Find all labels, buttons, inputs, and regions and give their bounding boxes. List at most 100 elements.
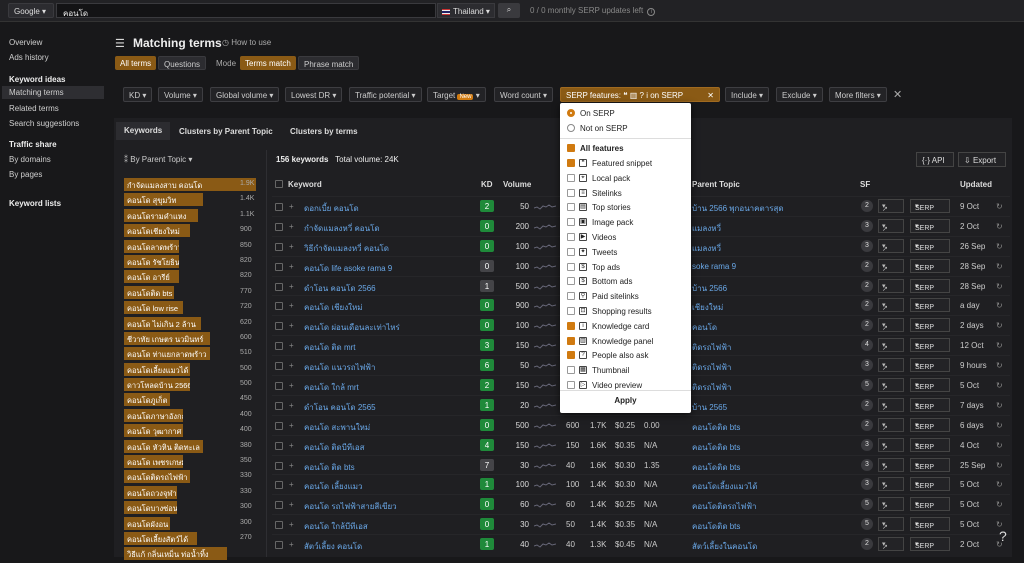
parent-topic-link[interactable]: เชียงใหม่ [692, 301, 723, 314]
serp-features-count[interactable]: 2 [861, 398, 873, 411]
serp-dropdown[interactable]: SERP ▾ [910, 437, 950, 452]
how-to-use-link[interactable]: ◷ How to use [222, 38, 271, 47]
feature-checkbox[interactable] [567, 247, 575, 256]
serp-dropdown[interactable]: SERP ▾ [910, 477, 950, 492]
sidebar-item-ads-history[interactable]: Ads history [9, 53, 49, 62]
row-checkbox[interactable] [275, 541, 283, 550]
filter-lowest-dr[interactable]: Lowest DR ▾ [285, 87, 343, 102]
column-parent-topic[interactable]: Parent Topic [692, 180, 740, 189]
keyword-link[interactable]: สัตว์เลี้ยง คอนโด [304, 540, 362, 553]
row-checkbox[interactable] [275, 282, 283, 291]
parent-topic-link[interactable]: คอนโดติด bts [692, 520, 740, 533]
trend-dropdown[interactable]: ↗ ▾ [878, 457, 904, 472]
feature-checkbox[interactable] [567, 173, 575, 182]
add-to-list-icon[interactable]: + [289, 242, 294, 251]
search-engine-select[interactable]: Google ▾ [8, 3, 54, 18]
serp-dropdown[interactable]: SERP ▾ [910, 318, 950, 333]
row-checkbox[interactable] [275, 262, 283, 271]
serp-dropdown[interactable]: SERP ▾ [910, 218, 950, 233]
apply-button[interactable]: Apply [560, 396, 691, 405]
sidebar-item-matching-terms[interactable]: Matching terms [2, 86, 104, 99]
serp-dropdown[interactable]: SERP ▾ [910, 397, 950, 412]
serp-features-count[interactable]: 5 [861, 518, 873, 531]
add-to-list-icon[interactable]: + [289, 361, 294, 370]
parent-topic-link[interactable]: คอนโดติดรถไฟฟ้า [692, 500, 757, 513]
parent-topic-item[interactable]: คอนโดเลี้ยงสัตว์ได้ 270 [124, 531, 256, 547]
clear-filters-icon[interactable]: ✕ [893, 88, 902, 101]
parent-topic-item[interactable]: คอนโด หัวหิน ติดทะเล 380 [124, 439, 256, 455]
terms-match-toggle[interactable]: Terms match [240, 56, 296, 70]
row-checkbox[interactable] [275, 362, 283, 371]
parent-topic-item[interactable]: คอนโด อารีย์ 820 [124, 270, 256, 285]
feature-checkbox[interactable] [567, 321, 575, 330]
add-to-list-icon[interactable]: + [289, 540, 294, 549]
country-select[interactable]: Thailand ▾ [437, 3, 495, 18]
filter-global-volume[interactable]: Global volume ▾ [210, 87, 280, 102]
filter-more-filters[interactable]: More filters ▾ [829, 87, 887, 102]
keyword-input[interactable]: คอนโด [56, 3, 436, 18]
parent-topic-item[interactable]: คอนโดเลี้ยงแมวได้ 500 [124, 362, 256, 378]
keyword-link[interactable]: คอนโด ใกล้บีทีเอส [304, 520, 368, 533]
parent-topic-item[interactable]: คอนโดผังอน 300 [124, 516, 256, 532]
keyword-link[interactable]: คอนโด สะพานใหม่ [304, 421, 370, 434]
trend-dropdown[interactable]: ↗ ▾ [878, 258, 904, 273]
feature-checkbox[interactable] [567, 307, 575, 315]
serp-dropdown[interactable]: SERP ▾ [910, 537, 950, 552]
trend-dropdown[interactable]: ↗ ▾ [878, 477, 904, 492]
parent-topic-item[interactable]: คอนโดติดรถไฟฟ้า 330 [124, 470, 256, 485]
column-updated[interactable]: Updated [960, 180, 992, 189]
row-checkbox[interactable] [275, 401, 283, 410]
add-to-list-icon[interactable]: + [289, 421, 294, 430]
parent-topic-link[interactable]: ติดรถไฟฟ้า [692, 381, 731, 394]
trend-dropdown[interactable]: ↗ ▾ [878, 497, 904, 512]
trend-dropdown[interactable]: ↗ ▾ [878, 417, 904, 432]
filter-exclude[interactable]: Exclude ▾ [776, 87, 823, 102]
row-checkbox[interactable] [275, 203, 283, 211]
serp-features-count[interactable]: 2 [861, 538, 873, 551]
sidebar-item-by-pages[interactable]: By pages [9, 170, 42, 179]
trend-dropdown[interactable]: ↗ ▾ [878, 358, 904, 373]
serp-dropdown[interactable]: SERP ▾ [910, 338, 950, 353]
add-to-list-icon[interactable]: + [289, 341, 294, 350]
keyword-link[interactable]: คอนโด ติดบีทีเอส [304, 441, 365, 454]
parent-topic-item[interactable]: คอนโด ไม่เกิน 2 ล้าน 620 [124, 316, 256, 332]
serp-features-count[interactable]: 2 [861, 259, 873, 272]
parent-topic-link[interactable]: สัตว์เลี้ยงในคอนโด [692, 540, 757, 553]
filter-volume[interactable]: Volume ▾ [158, 87, 203, 102]
serp-features-count[interactable]: 2 [861, 279, 873, 292]
parent-topic-item[interactable]: ดาวโหลดบ้าน 2566 500 [124, 378, 256, 393]
row-checkbox[interactable] [275, 501, 283, 510]
serp-dropdown[interactable]: SERP ▾ [910, 238, 950, 253]
serp-features-count[interactable]: 2 [861, 319, 873, 332]
serp-dropdown[interactable]: SERP ▾ [910, 517, 950, 532]
menu-icon[interactable]: ☰ [115, 37, 125, 50]
feature-checkbox[interactable] [567, 159, 575, 167]
feature-checkbox[interactable] [567, 351, 575, 360]
trend-dropdown[interactable]: ↗ ▾ [878, 338, 904, 353]
refresh-icon[interactable]: ↻ [996, 381, 1003, 390]
feature-checkbox[interactable] [567, 188, 575, 197]
refresh-icon[interactable]: ↻ [996, 421, 1003, 430]
keyword-link[interactable]: วิธีกำจัดแมลงหวี่ คอนโด [304, 242, 389, 255]
parent-topic-link[interactable]: บ้าน 2566 พุกอนาคตารสุด [692, 202, 784, 215]
phrase-match-toggle[interactable]: Phrase match [298, 56, 360, 70]
select-all-checkbox[interactable] [275, 180, 283, 188]
all-terms-toggle[interactable]: All terms [115, 56, 157, 70]
parent-topic-link[interactable]: แมลงหวี่ [692, 242, 721, 255]
row-checkbox[interactable] [275, 421, 283, 430]
refresh-icon[interactable]: ↻ [996, 480, 1003, 489]
serp-features-count[interactable]: 3 [861, 438, 873, 451]
row-checkbox[interactable] [275, 222, 283, 231]
keyword-link[interactable]: ดำโอน คอนโด 2565 [304, 401, 376, 414]
parent-topic-item[interactable]: คอนโดรามคำแหง 1.1K [124, 208, 256, 224]
serp-dropdown[interactable]: SERP ▾ [910, 417, 950, 432]
refresh-icon[interactable]: ↻ [996, 500, 1003, 509]
trend-dropdown[interactable]: ↗ ▾ [878, 218, 904, 233]
serp-dropdown[interactable]: SERP ▾ [910, 278, 950, 293]
feature-checkbox[interactable] [567, 336, 575, 345]
trend-dropdown[interactable]: ↗ ▾ [878, 318, 904, 333]
parent-topic-item[interactable]: คอนโด ท่าแยกลาดพร้าว 510 [124, 347, 256, 362]
feature-checkbox[interactable] [567, 292, 575, 301]
filter-include[interactable]: Include ▾ [725, 87, 770, 102]
filter-word-count[interactable]: Word count ▾ [494, 87, 554, 102]
